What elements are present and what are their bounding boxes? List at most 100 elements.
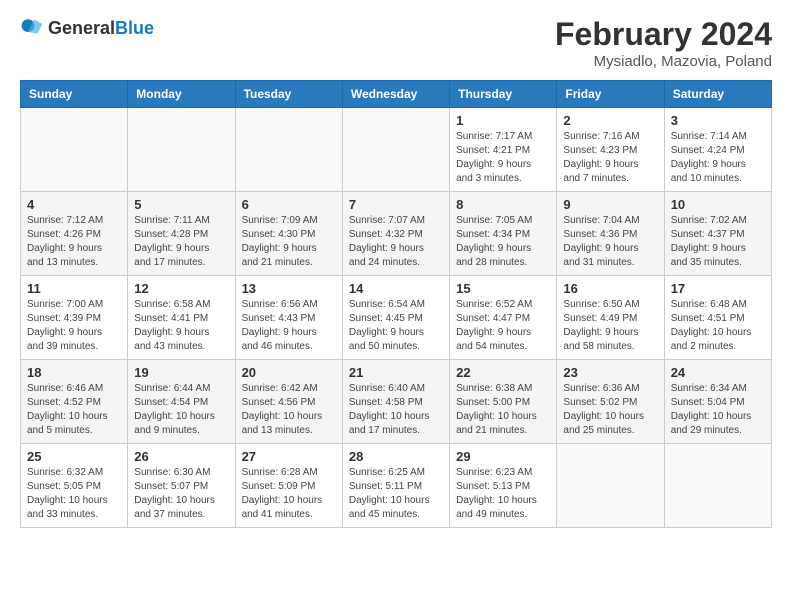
day-number: 18 bbox=[27, 365, 121, 380]
calendar-cell: 20 Sunrise: 6:42 AM Sunset: 4:56 PM Dayli… bbox=[235, 360, 342, 444]
day-number: 11 bbox=[27, 281, 121, 296]
logo: GeneralBlue bbox=[20, 16, 154, 40]
calendar-cell bbox=[235, 108, 342, 192]
day-number: 24 bbox=[671, 365, 765, 380]
day-detail: Sunrise: 7:16 AM Sunset: 4:23 PM Dayligh… bbox=[563, 130, 657, 186]
weekday-header: Monday bbox=[128, 81, 235, 108]
day-detail: Sunrise: 6:42 AM Sunset: 4:56 PM Dayligh… bbox=[242, 382, 336, 438]
day-detail: Sunrise: 6:58 AM Sunset: 4:41 PM Dayligh… bbox=[134, 298, 228, 354]
day-detail: Sunrise: 6:23 AM Sunset: 5:13 PM Dayligh… bbox=[456, 466, 550, 522]
calendar-cell: 28 Sunrise: 6:25 AM Sunset: 5:11 PM Dayli… bbox=[342, 444, 449, 528]
day-detail: Sunrise: 6:38 AM Sunset: 5:00 PM Dayligh… bbox=[456, 382, 550, 438]
calendar-cell: 13 Sunrise: 6:56 AM Sunset: 4:43 PM Dayli… bbox=[235, 276, 342, 360]
calendar-week-row: 25 Sunrise: 6:32 AM Sunset: 5:05 PM Dayli… bbox=[21, 444, 772, 528]
calendar-cell bbox=[664, 444, 771, 528]
day-detail: Sunrise: 7:11 AM Sunset: 4:28 PM Dayligh… bbox=[134, 214, 228, 270]
day-number: 25 bbox=[27, 449, 121, 464]
day-detail: Sunrise: 7:02 AM Sunset: 4:37 PM Dayligh… bbox=[671, 214, 765, 270]
day-number: 13 bbox=[242, 281, 336, 296]
calendar-cell: 1 Sunrise: 7:17 AM Sunset: 4:21 PM Daylig… bbox=[450, 108, 557, 192]
day-detail: Sunrise: 7:09 AM Sunset: 4:30 PM Dayligh… bbox=[242, 214, 336, 270]
calendar-cell: 9 Sunrise: 7:04 AM Sunset: 4:36 PM Daylig… bbox=[557, 192, 664, 276]
calendar-cell: 15Sunrise: 6:52 AM Sunset: 4:47 PM Dayli… bbox=[450, 276, 557, 360]
day-number: 8 bbox=[456, 197, 550, 212]
calendar-cell: 12 Sunrise: 6:58 AM Sunset: 4:41 PM Dayli… bbox=[128, 276, 235, 360]
calendar-week-row: 4 Sunrise: 7:12 AM Sunset: 4:26 PM Daylig… bbox=[21, 192, 772, 276]
day-detail: Sunrise: 6:50 AM Sunset: 4:49 PM Dayligh… bbox=[563, 298, 657, 354]
day-number: 6 bbox=[242, 197, 336, 212]
calendar-cell: 24 Sunrise: 6:34 AM Sunset: 5:04 PM Dayli… bbox=[664, 360, 771, 444]
day-number: 28 bbox=[349, 449, 443, 464]
calendar-cell bbox=[21, 108, 128, 192]
calendar-cell: 14 Sunrise: 6:54 AM Sunset: 4:45 PM Dayli… bbox=[342, 276, 449, 360]
page-header: GeneralBlue February 2024 Mysiadlo, Mazo… bbox=[20, 16, 772, 70]
day-number: 29 bbox=[456, 449, 550, 464]
day-detail: Sunrise: 6:28 AM Sunset: 5:09 PM Dayligh… bbox=[242, 466, 336, 522]
calendar-cell: 7 Sunrise: 7:07 AM Sunset: 4:32 PM Daylig… bbox=[342, 192, 449, 276]
day-number: 21 bbox=[349, 365, 443, 380]
day-detail: Sunrise: 7:00 AM Sunset: 4:39 PM Dayligh… bbox=[27, 298, 121, 354]
calendar-cell bbox=[342, 108, 449, 192]
logo-text: GeneralBlue bbox=[48, 18, 154, 39]
day-detail: Sunrise: 7:07 AM Sunset: 4:32 PM Dayligh… bbox=[349, 214, 443, 270]
day-number: 19 bbox=[134, 365, 228, 380]
day-number: 1 bbox=[456, 113, 550, 128]
calendar-cell: 5 Sunrise: 7:11 AM Sunset: 4:28 PM Daylig… bbox=[128, 192, 235, 276]
day-number: 12 bbox=[134, 281, 228, 296]
day-number: 4 bbox=[27, 197, 121, 212]
day-detail: Sunrise: 7:14 AM Sunset: 4:24 PM Dayligh… bbox=[671, 130, 765, 186]
calendar-cell: 17Sunrise: 6:48 AM Sunset: 4:51 PM Dayli… bbox=[664, 276, 771, 360]
weekday-header: Sunday bbox=[21, 81, 128, 108]
weekday-header: Wednesday bbox=[342, 81, 449, 108]
day-detail: Sunrise: 7:04 AM Sunset: 4:36 PM Dayligh… bbox=[563, 214, 657, 270]
weekday-header: Thursday bbox=[450, 81, 557, 108]
day-number: 16 bbox=[563, 281, 657, 296]
title-area: February 2024 Mysiadlo, Mazovia, Poland bbox=[555, 16, 772, 70]
calendar-cell: 8Sunrise: 7:05 AM Sunset: 4:34 PM Daylig… bbox=[450, 192, 557, 276]
day-number: 7 bbox=[349, 197, 443, 212]
calendar-cell bbox=[557, 444, 664, 528]
day-number: 17 bbox=[671, 281, 765, 296]
day-number: 27 bbox=[242, 449, 336, 464]
logo-icon bbox=[20, 16, 44, 40]
day-number: 22 bbox=[456, 365, 550, 380]
day-number: 15 bbox=[456, 281, 550, 296]
calendar-cell: 3 Sunrise: 7:14 AM Sunset: 4:24 PM Daylig… bbox=[664, 108, 771, 192]
day-number: 10 bbox=[671, 197, 765, 212]
calendar-week-row: 18Sunrise: 6:46 AM Sunset: 4:52 PM Dayli… bbox=[21, 360, 772, 444]
day-number: 23 bbox=[563, 365, 657, 380]
calendar-week-row: 11 Sunrise: 7:00 AM Sunset: 4:39 PM Dayli… bbox=[21, 276, 772, 360]
day-detail: Sunrise: 6:40 AM Sunset: 4:58 PM Dayligh… bbox=[349, 382, 443, 438]
day-detail: Sunrise: 6:36 AM Sunset: 5:02 PM Dayligh… bbox=[563, 382, 657, 438]
day-number: 20 bbox=[242, 365, 336, 380]
day-number: 3 bbox=[671, 113, 765, 128]
calendar-cell: 10 Sunrise: 7:02 AM Sunset: 4:37 PM Dayli… bbox=[664, 192, 771, 276]
weekday-header-row: SundayMondayTuesdayWednesdayThursdayFrid… bbox=[21, 81, 772, 108]
calendar-cell: 21 Sunrise: 6:40 AM Sunset: 4:58 PM Dayli… bbox=[342, 360, 449, 444]
weekday-header: Saturday bbox=[664, 81, 771, 108]
calendar-cell: 22 Sunrise: 6:38 AM Sunset: 5:00 PM Dayli… bbox=[450, 360, 557, 444]
calendar-cell: 16 Sunrise: 6:50 AM Sunset: 4:49 PM Dayli… bbox=[557, 276, 664, 360]
day-detail: Sunrise: 6:56 AM Sunset: 4:43 PM Dayligh… bbox=[242, 298, 336, 354]
day-number: 5 bbox=[134, 197, 228, 212]
day-number: 14 bbox=[349, 281, 443, 296]
day-detail: Sunrise: 7:12 AM Sunset: 4:26 PM Dayligh… bbox=[27, 214, 121, 270]
day-detail: Sunrise: 6:32 AM Sunset: 5:05 PM Dayligh… bbox=[27, 466, 121, 522]
day-detail: Sunrise: 6:34 AM Sunset: 5:04 PM Dayligh… bbox=[671, 382, 765, 438]
day-detail: Sunrise: 6:25 AM Sunset: 5:11 PM Dayligh… bbox=[349, 466, 443, 522]
page-subtitle: Mysiadlo, Mazovia, Poland bbox=[555, 53, 772, 70]
weekday-header: Tuesday bbox=[235, 81, 342, 108]
calendar-week-row: 1 Sunrise: 7:17 AM Sunset: 4:21 PM Daylig… bbox=[21, 108, 772, 192]
calendar-cell bbox=[128, 108, 235, 192]
day-detail: Sunrise: 6:54 AM Sunset: 4:45 PM Dayligh… bbox=[349, 298, 443, 354]
day-number: 26 bbox=[134, 449, 228, 464]
page-title: February 2024 bbox=[555, 16, 772, 53]
calendar-cell: 23 Sunrise: 6:36 AM Sunset: 5:02 PM Dayli… bbox=[557, 360, 664, 444]
calendar-cell: 4 Sunrise: 7:12 AM Sunset: 4:26 PM Daylig… bbox=[21, 192, 128, 276]
day-number: 2 bbox=[563, 113, 657, 128]
day-number: 9 bbox=[563, 197, 657, 212]
calendar-cell: 26Sunrise: 6:30 AM Sunset: 5:07 PM Dayli… bbox=[128, 444, 235, 528]
day-detail: Sunrise: 7:17 AM Sunset: 4:21 PM Dayligh… bbox=[456, 130, 550, 186]
calendar-table: SundayMondayTuesdayWednesdayThursdayFrid… bbox=[20, 80, 772, 528]
calendar-cell: 11 Sunrise: 7:00 AM Sunset: 4:39 PM Dayli… bbox=[21, 276, 128, 360]
